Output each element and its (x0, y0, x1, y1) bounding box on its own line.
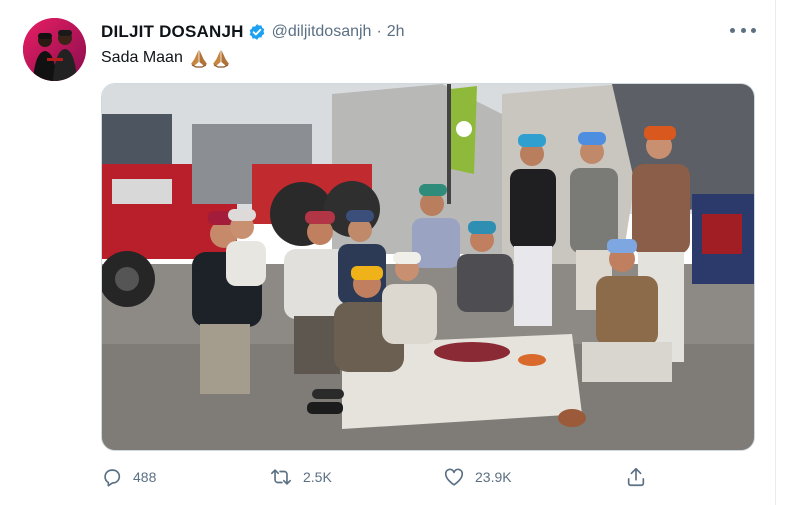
retweet-count: 2.5K (303, 469, 332, 485)
avatar[interactable] (23, 18, 86, 81)
share-icon (627, 467, 645, 487)
retweet-icon (271, 469, 291, 485)
retweet-action[interactable]: 2.5K (269, 466, 332, 488)
more-options-icon[interactable] (730, 20, 756, 40)
like-action[interactable]: 23.9K (443, 466, 512, 488)
reply-icon (104, 469, 121, 487)
folded-hands-icon (190, 50, 207, 68)
tweet-timestamp[interactable]: 2h (387, 23, 405, 41)
like-count: 23.9K (475, 469, 512, 485)
tweet-header: DILJIT DOSANJH @diljitdosanjh · 2h (101, 19, 405, 45)
heart-icon (444, 468, 464, 486)
separator-dot: · (376, 23, 382, 40)
author-handle[interactable]: @diljitdosanjh (272, 23, 372, 41)
share-action[interactable] (625, 466, 657, 488)
tweet-actions: 488 2.5K 23.9K (101, 466, 661, 490)
author-name[interactable]: DILJIT DOSANJH (101, 22, 244, 42)
tweet-card[interactable]: DILJIT DOSANJH @diljitdosanjh · 2h Sada … (0, 0, 776, 505)
folded-hands-icon (212, 50, 229, 68)
reply-action[interactable]: 488 (101, 466, 156, 488)
tweet-text: Sada Maan (101, 47, 233, 69)
verified-badge-icon (249, 24, 264, 40)
tweet-text-content: Sada Maan (101, 49, 183, 66)
reply-count: 488 (133, 469, 157, 485)
tweet-photo[interactable] (101, 83, 755, 451)
